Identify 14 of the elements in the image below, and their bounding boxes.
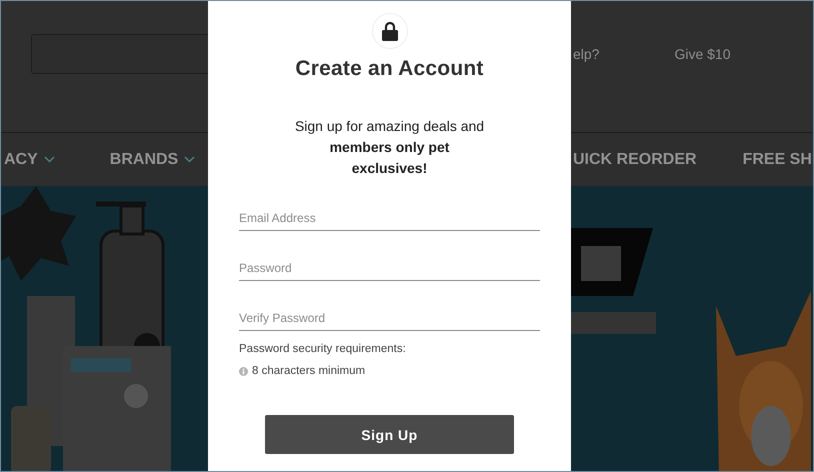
header-link[interactable]: Give $10 (674, 46, 731, 62)
nav-link[interactable]: FREE SHI (742, 150, 813, 168)
intro-text: Sign up for amazing deals and members only pet exclusives! (294, 117, 486, 178)
sign-up-button[interactable]: Sign Up (265, 415, 514, 454)
info-icon (239, 366, 248, 376)
nav-link[interactable]: ACY (4, 150, 55, 168)
header-link[interactable]: elp? (573, 46, 600, 62)
search-field[interactable] (31, 34, 208, 74)
nav-link[interactable]: UICK REORDER (573, 150, 697, 168)
lock-icon (382, 22, 398, 40)
requirement-text: 8 characters minimum (252, 365, 366, 377)
modal-title: Create an Account (295, 57, 484, 81)
requirements-heading: Password security requirements: (239, 343, 407, 355)
nav-link[interactable]: BRANDS (110, 150, 196, 168)
